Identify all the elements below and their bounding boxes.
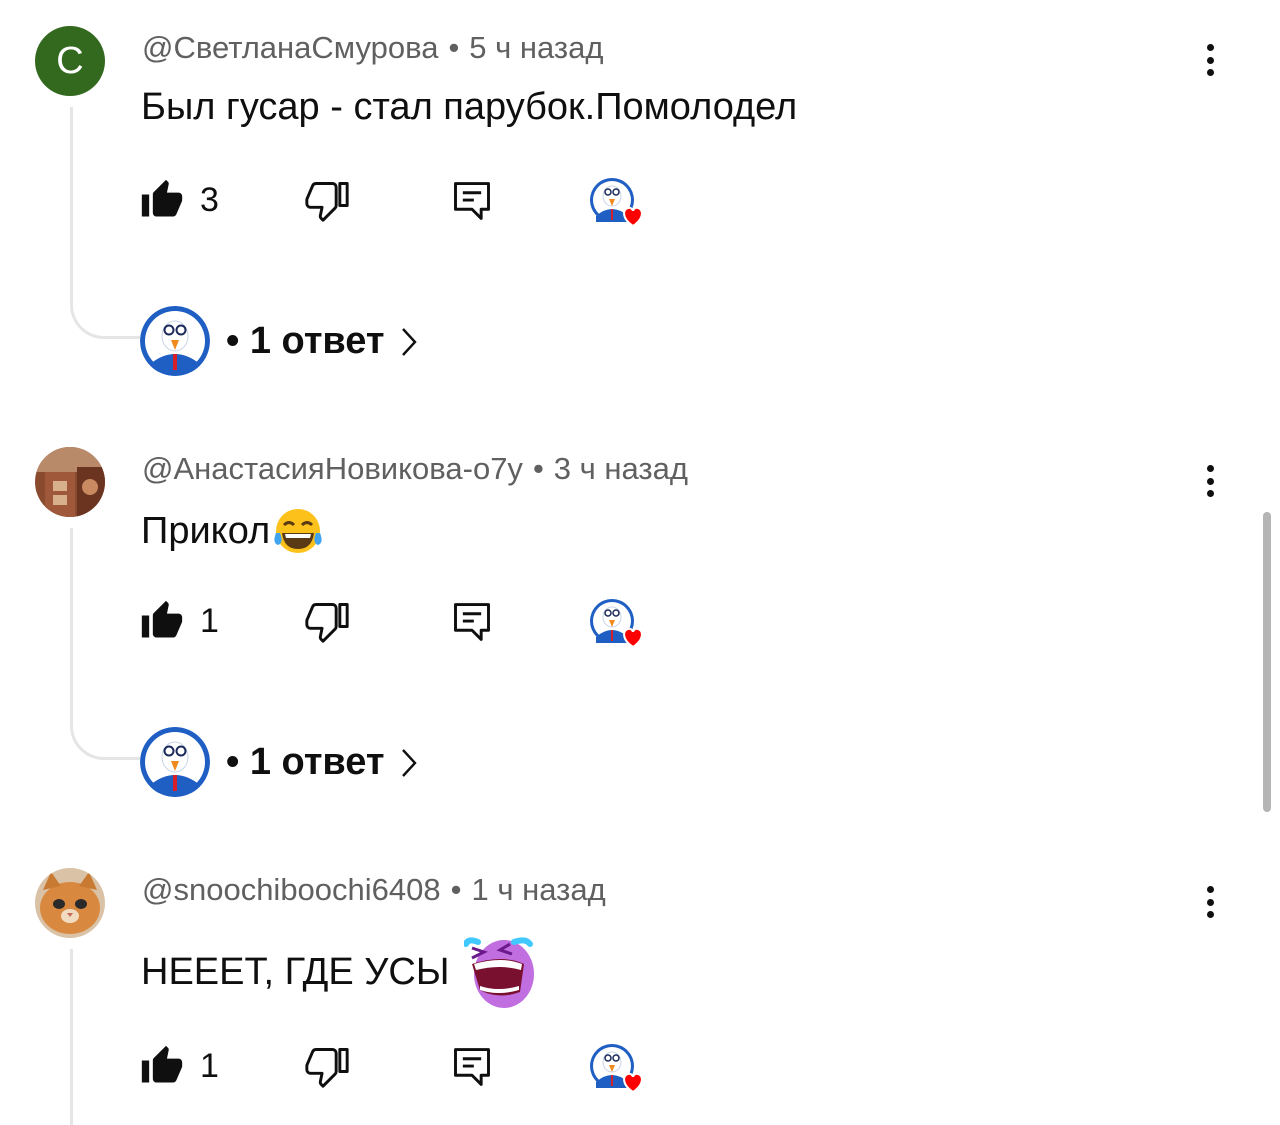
photo-avatar-icon [35, 447, 105, 517]
reply-comment-icon [454, 603, 490, 641]
more-vertical-icon[interactable] [1192, 882, 1228, 922]
comment-text-body: Был гусар - стал парубок.Помолодел [141, 86, 798, 128]
dislike-button[interactable] [305, 178, 349, 227]
avatar[interactable] [35, 447, 105, 517]
reply-avatar [140, 727, 210, 797]
creator-heart-icon [590, 178, 643, 228]
thread-line [70, 107, 140, 339]
comment-text: НЕЕЕТ, ГДЕ УСЫ [141, 934, 540, 1010]
reply-button[interactable] [450, 178, 494, 229]
comment: @АнастасияНовикова-о7у • 3 ч назад Прикол … [0, 421, 1280, 841]
laughing-tears-emoji [274, 509, 322, 553]
like-button[interactable]: 3 [140, 178, 219, 222]
comment-text: Прикол [141, 507, 324, 555]
reply-comment-icon [454, 1048, 490, 1086]
comment-author[interactable]: @snoochiboochi6408 [142, 872, 441, 907]
comment-author[interactable]: @СветланаСмурова [142, 30, 438, 65]
avatar[interactable] [35, 868, 105, 938]
comment-author[interactable]: @АнастасияНовикова-о7у [142, 451, 523, 486]
creator-heart[interactable] [588, 176, 650, 232]
scrollbar[interactable] [1263, 512, 1271, 812]
reply-button[interactable] [450, 599, 494, 650]
reply-comment-icon [454, 182, 490, 220]
comment-meta: @АнастасияНовикова-о7у • 3 ч назад [142, 451, 688, 487]
meta-separator: • [532, 451, 544, 486]
reply-button[interactable] [450, 1044, 494, 1095]
creator-heart[interactable] [588, 1042, 650, 1098]
like-button[interactable]: 1 [140, 1044, 219, 1088]
chevron-right-icon [401, 749, 417, 777]
comment-time[interactable]: 5 ч назад [469, 30, 603, 65]
more-vertical-icon[interactable] [1192, 40, 1228, 80]
thumbs-up-icon [141, 1045, 183, 1083]
like-count: 1 [200, 1046, 219, 1085]
creator-heart-icon [590, 1044, 643, 1094]
comment-time[interactable]: 3 ч назад [554, 451, 688, 486]
comment: @snoochiboochi6408 • 1 ч назад НЕЕЕТ, ГДЕ … [0, 842, 1280, 1125]
avatar[interactable]: С [35, 26, 105, 96]
dislike-button[interactable] [305, 1044, 349, 1093]
thread-line [70, 949, 73, 1125]
chevron-right-icon [401, 328, 417, 356]
creator-heart[interactable] [588, 597, 650, 653]
thumbs-down-icon [305, 1048, 349, 1088]
like-count: 1 [200, 601, 219, 640]
comment: С @СветланаСмурова • 5 ч назад Был гусар -… [0, 0, 1280, 420]
replies-count[interactable]: • 1 ответ [226, 741, 385, 784]
thumbs-down-icon [305, 603, 349, 643]
comment-text-body: Прикол [141, 509, 271, 552]
comment-meta: @snoochiboochi6408 • 1 ч назад [142, 872, 606, 908]
comment-text-body: НЕЕЕТ, ГДЕ УСЫ [141, 950, 450, 993]
thread-line [70, 528, 140, 760]
comment-actions: 3 [140, 178, 660, 228]
view-replies-button[interactable]: • 1 ответ [140, 306, 419, 376]
meta-separator: • [448, 30, 460, 65]
thumbs-down-icon [305, 182, 349, 222]
cat-avatar-icon [35, 868, 105, 938]
comment-meta: @СветланаСмурова • 5 ч назад [142, 30, 603, 66]
thumbs-up-icon [141, 600, 183, 638]
crying-purple-emoji [463, 937, 534, 1008]
replies-count[interactable]: • 1 ответ [226, 320, 385, 363]
creator-heart-icon [590, 599, 643, 649]
thumbs-up-icon [141, 179, 183, 217]
reply-avatar [140, 306, 210, 376]
comment-actions: 1 [140, 599, 660, 649]
comment-actions: 1 [140, 1044, 660, 1094]
like-button[interactable]: 1 [140, 599, 219, 643]
comments-page: С @СветланаСмурова • 5 ч назад Был гусар -… [0, 0, 1280, 1125]
view-replies-button[interactable]: • 1 ответ [140, 727, 419, 797]
dislike-button[interactable] [305, 599, 349, 648]
comment-text: Был гусар - стал парубок.Помолодел [141, 86, 797, 129]
more-vertical-icon[interactable] [1192, 461, 1228, 501]
like-count: 3 [200, 180, 219, 219]
meta-separator: • [450, 872, 462, 907]
comment-time[interactable]: 1 ч назад [472, 872, 606, 907]
